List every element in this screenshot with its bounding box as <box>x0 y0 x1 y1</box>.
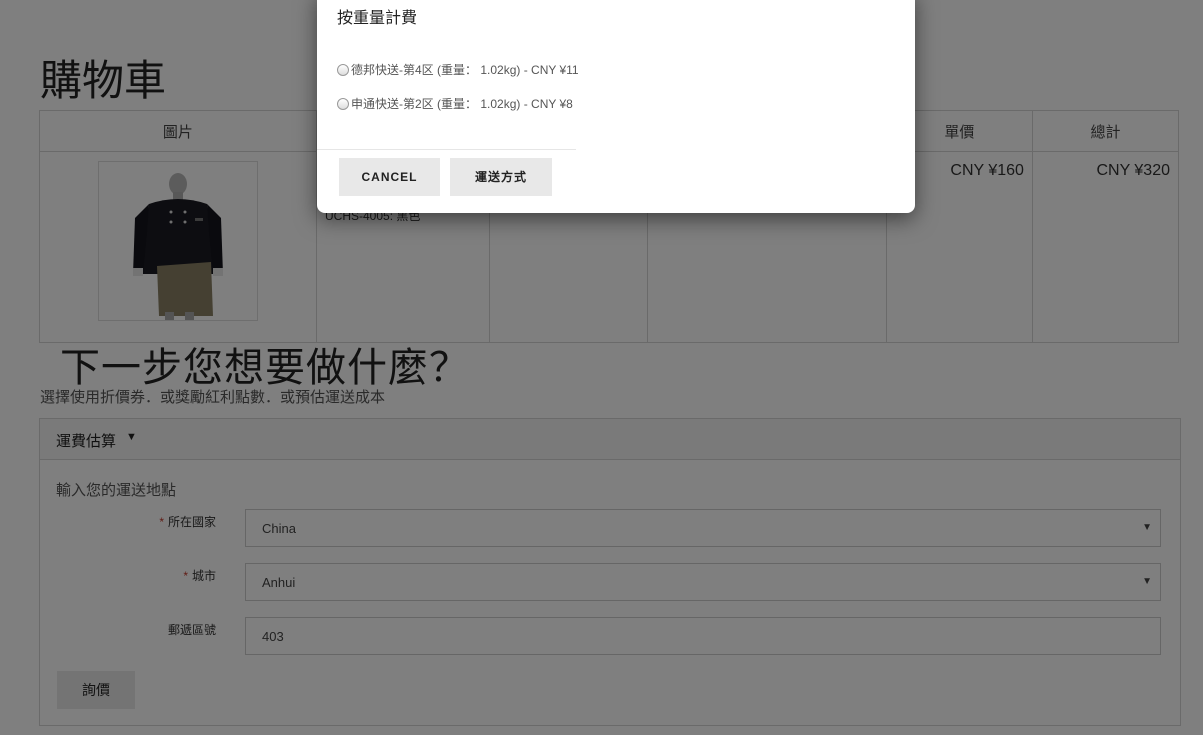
modal-divider <box>317 149 576 150</box>
confirm-shipping-button[interactable]: 運送方式 <box>450 158 552 196</box>
shipping-option-2-label: 申通快送-第2区 (重量： 1.02kg) - CNY ¥8 <box>351 97 573 111</box>
radio-icon[interactable] <box>337 97 349 110</box>
radio-icon[interactable] <box>337 63 349 76</box>
shipping-option-1[interactable]: 德邦快送-第4区 (重量： 1.02kg) - CNY ¥11 <box>337 61 579 78</box>
shipping-option-2[interactable]: 申通快送-第2区 (重量： 1.02kg) - CNY ¥8 <box>337 95 573 112</box>
shipping-option-1-label: 德邦快送-第4区 (重量： 1.02kg) - CNY ¥11 <box>351 63 579 77</box>
page: 購物車 圖片 單價 總計 <box>0 0 1203 735</box>
modal-title: 按重量計費 <box>337 10 418 27</box>
shipping-method-modal: 按重量計費 德邦快送-第4区 (重量： 1.02kg) - CNY ¥11 申通… <box>317 0 915 213</box>
cancel-button[interactable]: CANCEL <box>339 158 440 196</box>
